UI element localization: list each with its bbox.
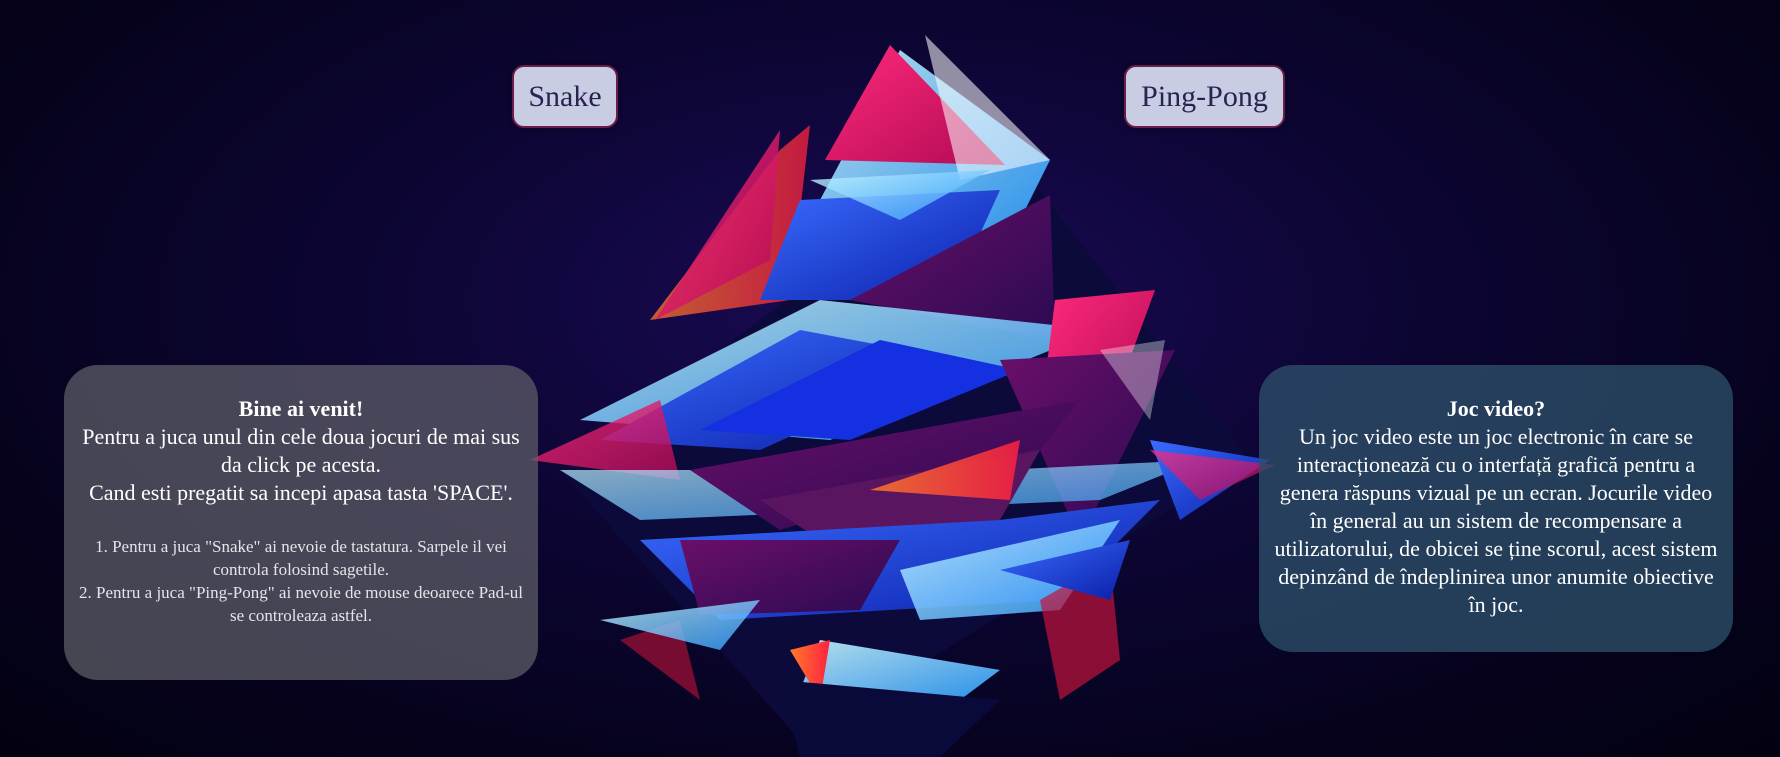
snake-instruction: 1. Pentru a juca "Snake" ai nevoie de ta… (95, 537, 507, 579)
welcome-line-2: Cand esti pregatit sa incepi apasa tasta… (89, 480, 513, 505)
video-game-info-panel: Joc video? Un joc video este un joc elec… (1259, 365, 1733, 652)
info-title: Joc video? (1446, 396, 1546, 421)
welcome-title: Bine ai venit! (238, 396, 364, 421)
welcome-panel: Bine ai venit! Pentru a juca unul din ce… (64, 365, 538, 680)
ping-pong-game-button[interactable]: Ping-Pong (1124, 65, 1285, 128)
info-text: Un joc video este un joc electronic în c… (1274, 424, 1718, 617)
welcome-line-1: Pentru a juca unul din cele doua jocuri … (82, 424, 520, 477)
snake-game-button[interactable]: Snake (512, 65, 618, 128)
pong-instruction: 2. Pentru a juca "Ping-Pong" ai nevoie d… (79, 583, 523, 625)
